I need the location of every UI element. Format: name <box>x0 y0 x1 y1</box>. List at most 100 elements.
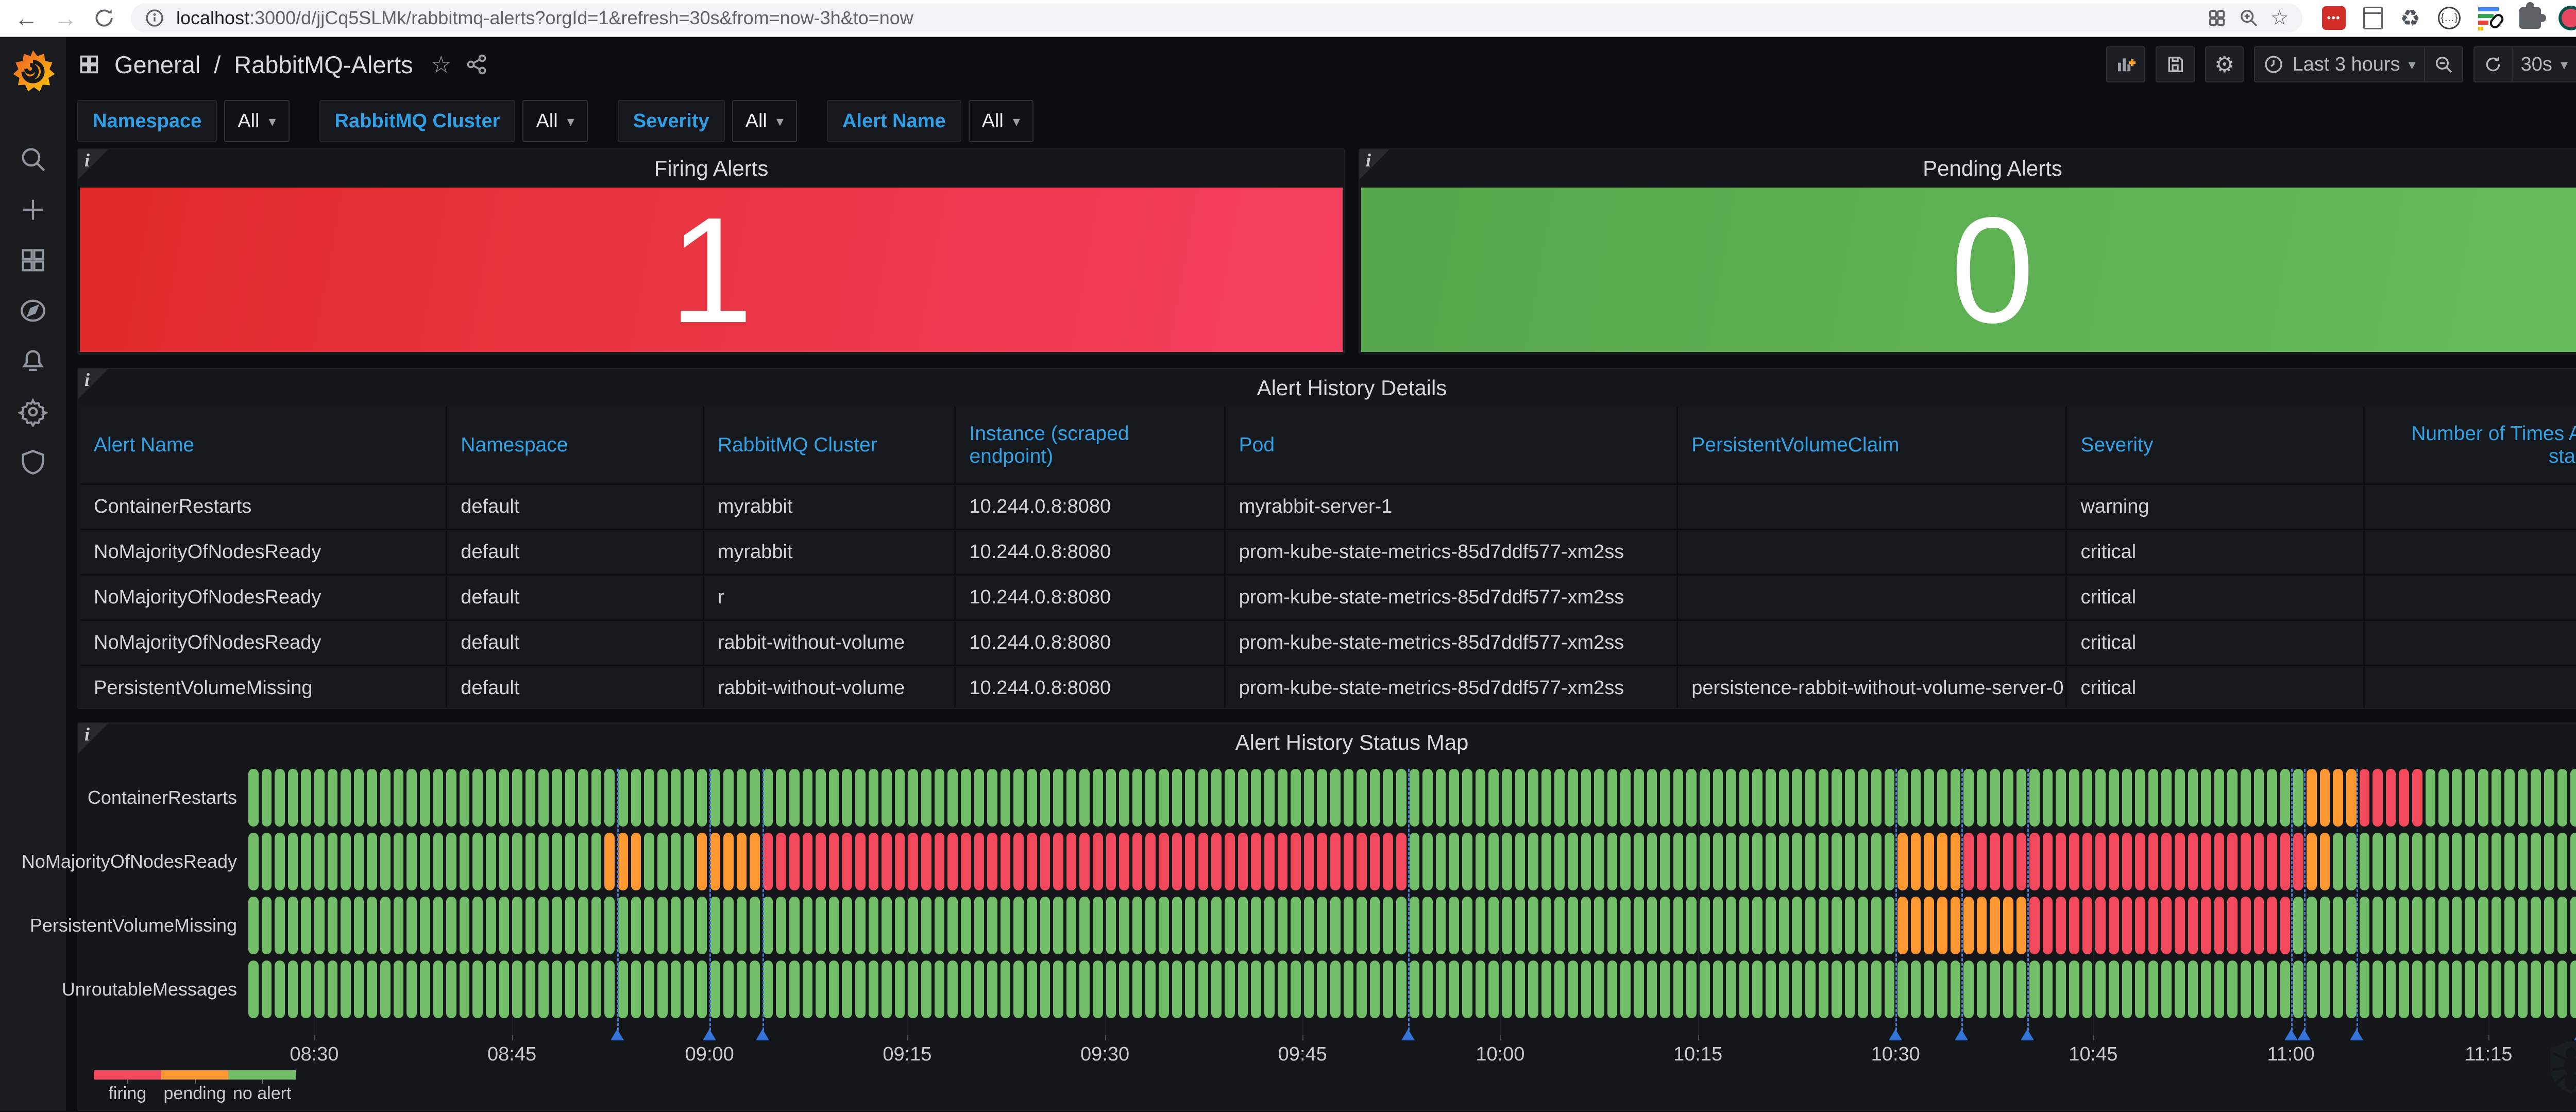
column-header[interactable]: Number of Times Alert started <box>2364 407 2576 484</box>
bookmark-star-icon[interactable]: ☆ <box>2270 8 2289 28</box>
status-bar <box>2452 897 2462 954</box>
json-extension-icon[interactable]: {…} <box>2438 7 2461 29</box>
legend-label: no alert <box>228 1084 296 1104</box>
status-bar <box>1660 897 1670 954</box>
table-cell: PersistentVolumeMissing <box>80 666 447 709</box>
column-header[interactable]: Severity <box>2066 407 2364 484</box>
status-bar <box>750 961 760 1018</box>
panel-title[interactable]: Firing Alerts <box>78 149 1344 188</box>
configuration-gear-icon[interactable] <box>18 397 48 427</box>
favorite-star-icon[interactable]: ☆ <box>431 50 452 78</box>
refresh-interval-dropdown[interactable]: 30s ▾ <box>2512 46 2576 82</box>
explore-compass-icon[interactable] <box>18 296 48 326</box>
search-icon[interactable] <box>18 144 48 174</box>
status-bar <box>1172 961 1182 1018</box>
filter-value-dropdown[interactable]: All▾ <box>969 100 1033 142</box>
status-bar <box>2201 961 2211 1018</box>
status-bar <box>512 769 522 827</box>
status-bar <box>1885 897 1895 954</box>
annotation-line <box>2291 769 2293 1035</box>
extensions-puzzle-icon[interactable] <box>2519 7 2541 29</box>
column-header[interactable]: PersistentVolumeClaim <box>1677 407 2066 484</box>
status-bar <box>2518 961 2528 1018</box>
table-cell: default <box>447 575 704 620</box>
add-panel-button[interactable] <box>2106 46 2145 82</box>
back-icon[interactable]: ← <box>14 6 38 30</box>
column-header[interactable]: Alert Name <box>80 407 447 484</box>
profile-avatar[interactable] <box>2558 6 2576 30</box>
panel-title[interactable]: Alert History Details <box>78 369 2576 407</box>
status-bar <box>1462 897 1472 954</box>
status-bar <box>2293 961 2303 1018</box>
recycle-extension-icon[interactable]: ♻ <box>2400 5 2420 31</box>
filter-label: RabbitMQ Cluster <box>319 100 516 142</box>
filter-value-dropdown[interactable]: All▾ <box>224 100 289 142</box>
status-bar <box>1225 833 1235 890</box>
reload-icon[interactable] <box>93 7 115 29</box>
column-header[interactable]: Instance (scraped endpoint) <box>955 407 1225 484</box>
save-dashboard-button[interactable] <box>2156 46 2195 82</box>
status-bar <box>1977 961 1987 1018</box>
table-scroll-area[interactable]: Alert NameNamespaceRabbitMQ ClusterInsta… <box>78 407 2576 708</box>
status-bar <box>2043 769 2053 827</box>
status-map-plot <box>248 769 2576 1035</box>
site-info-icon[interactable] <box>144 8 165 28</box>
annotation-line <box>2357 769 2358 1035</box>
status-bar <box>1488 833 1499 890</box>
status-bar <box>1832 897 1842 954</box>
column-header[interactable]: Namespace <box>447 407 704 484</box>
status-bar <box>1488 897 1499 954</box>
password-manager-extension-icon[interactable]: ••• <box>2322 6 2346 30</box>
status-bar <box>1858 961 1868 1018</box>
axis-tick-label: 10:30 <box>1871 1043 1920 1066</box>
dashboards-icon[interactable] <box>18 245 48 275</box>
status-bar <box>1093 769 1103 827</box>
url-text[interactable]: localhost:3000/d/jjCq5SLMk/rabbitmq-aler… <box>176 7 2195 29</box>
status-bar <box>2056 961 2066 1018</box>
chart-link-extension-icon[interactable] <box>2478 6 2502 30</box>
time-range-picker[interactable]: Last 3 hours ▾ <box>2254 46 2424 82</box>
status-bar <box>1897 961 1908 1018</box>
breadcrumb-folder[interactable]: General <box>114 50 200 79</box>
filter-value: All <box>982 110 1004 132</box>
tab-groups-icon[interactable] <box>2207 8 2227 28</box>
grafana-logo[interactable] <box>9 47 57 96</box>
panel-title[interactable]: Alert History Status Map <box>78 723 2576 762</box>
filter-value-dropdown[interactable]: All▾ <box>522 100 587 142</box>
status-bar <box>2478 833 2488 890</box>
filter-severity: SeverityAll▾ <box>618 100 797 142</box>
refresh-button[interactable] <box>2473 46 2512 82</box>
table-row: NoMajorityOfNodesReadydefaultmyrabbit10.… <box>80 530 2576 575</box>
zoom-in-icon[interactable] <box>2239 8 2259 28</box>
status-bar <box>2360 961 2370 1018</box>
dashboard-grid-icon[interactable] <box>77 53 101 76</box>
dashboard-settings-button[interactable]: ⚙ <box>2205 46 2244 82</box>
status-bar <box>987 897 997 954</box>
status-bar <box>1001 769 1011 827</box>
forward-icon[interactable]: → <box>54 6 77 30</box>
address-bar[interactable]: localhost:3000/d/jjCq5SLMk/rabbitmq-aler… <box>131 4 2302 32</box>
breadcrumb-title[interactable]: RabbitMQ-Alerts <box>234 50 413 79</box>
status-bar <box>275 897 285 954</box>
zoom-out-time-button[interactable] <box>2424 46 2463 82</box>
status-bar <box>1251 961 1261 1018</box>
panel-title[interactable]: Pending Alerts <box>1360 149 2576 188</box>
alerting-bell-icon[interactable] <box>18 346 48 376</box>
window-extension-icon[interactable] <box>2363 7 2383 29</box>
column-header[interactable]: RabbitMQ Cluster <box>703 407 955 484</box>
create-plus-icon[interactable] <box>18 195 48 225</box>
status-bar <box>301 961 311 1018</box>
status-bar <box>2399 961 2409 1018</box>
status-bar <box>1700 897 1710 954</box>
column-header[interactable]: Pod <box>1225 407 1677 484</box>
status-bar <box>1449 961 1459 1018</box>
status-bar <box>2188 961 2198 1018</box>
filter-value-dropdown[interactable]: All▾ <box>732 100 797 142</box>
server-admin-shield-icon[interactable] <box>18 447 48 477</box>
share-icon[interactable] <box>465 53 488 76</box>
status-bar <box>1581 833 1591 890</box>
status-bar <box>1278 769 1288 827</box>
status-bar <box>974 897 985 954</box>
status-bar <box>855 897 866 954</box>
status-bar <box>341 961 351 1018</box>
